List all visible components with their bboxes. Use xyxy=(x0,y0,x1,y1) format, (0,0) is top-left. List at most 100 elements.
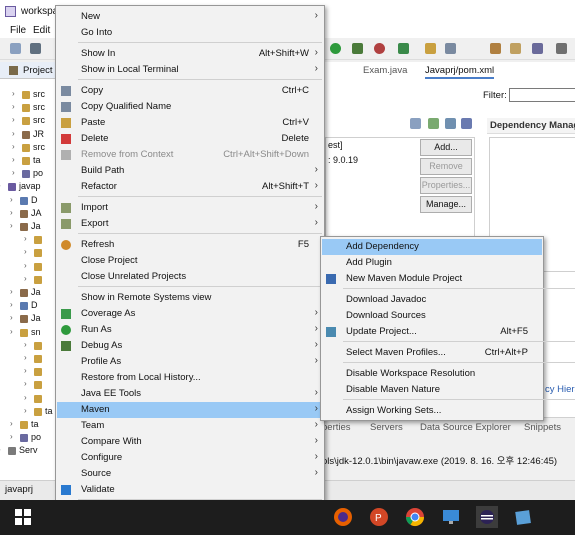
expand-chevron-icon[interactable]: › xyxy=(24,366,27,375)
expand-chevron-icon[interactable]: › xyxy=(12,89,15,98)
menu-item-source[interactable]: Source › xyxy=(57,466,323,482)
tree-item[interactable]: › Serv xyxy=(0,445,56,457)
expand-chevron-icon[interactable]: › xyxy=(10,432,13,441)
expand-icon[interactable] xyxy=(445,118,456,129)
menu-item-maven[interactable]: Maven › xyxy=(57,402,323,418)
tree-item[interactable]: › javap xyxy=(0,181,56,193)
tab-snippets[interactable]: Snippets xyxy=(524,422,561,433)
remote-desktop-icon[interactable] xyxy=(440,506,462,528)
menu-item-go-into[interactable]: Go Into xyxy=(57,25,323,41)
menu-item-import[interactable]: Import › xyxy=(57,200,323,216)
collapse-icon[interactable] xyxy=(428,118,439,129)
maven-item-add-plugin[interactable]: Add Plugin xyxy=(322,255,542,271)
tree-item[interactable]: › src xyxy=(0,89,56,101)
expand-chevron-icon[interactable]: › xyxy=(24,353,27,362)
forward-icon[interactable] xyxy=(556,43,567,54)
nav-icon[interactable] xyxy=(532,43,543,54)
menu-item-copy[interactable]: Copy Ctrl+C xyxy=(57,83,323,99)
save-icon[interactable] xyxy=(30,43,41,54)
maven-item-download-javadoc[interactable]: Download Javadoc xyxy=(322,292,542,308)
menu-edit[interactable]: Edit xyxy=(33,25,50,36)
menu-item-validate[interactable]: Validate xyxy=(57,482,323,498)
tree-item[interactable]: › xyxy=(0,393,56,405)
tree-item[interactable]: › ta xyxy=(0,155,56,167)
menu-item-refresh[interactable]: Refresh F5 xyxy=(57,237,323,253)
expand-chevron-icon[interactable]: › xyxy=(10,419,13,428)
tree-item[interactable]: › src xyxy=(0,102,56,114)
expand-chevron-icon[interactable]: › xyxy=(12,142,15,151)
tree-item[interactable]: › D xyxy=(0,195,56,207)
maven-item-download-sources[interactable]: Download Sources xyxy=(322,308,542,324)
tree-item[interactable]: › xyxy=(0,353,56,365)
menu-item-team[interactable]: Team › xyxy=(57,418,323,434)
tree-item[interactable]: › ta xyxy=(0,406,56,418)
expand-chevron-icon[interactable]: › xyxy=(0,181,1,190)
tree-item[interactable]: › xyxy=(0,261,56,273)
tree-item[interactable]: › xyxy=(0,247,56,259)
tree-item[interactable]: › src xyxy=(0,115,56,127)
tree-item[interactable]: › src xyxy=(0,142,56,154)
menu-item-run-as[interactable]: Run As › xyxy=(57,322,323,338)
tree-item[interactable]: › JA xyxy=(0,208,56,220)
menu-item-debug-as[interactable]: Debug As › xyxy=(57,338,323,354)
menu-item-profile-as[interactable]: Profile As › xyxy=(57,354,323,370)
status-project-tab[interactable]: javaprj xyxy=(5,484,33,498)
expand-chevron-icon[interactable]: › xyxy=(24,274,27,283)
tree-item[interactable]: › JR xyxy=(0,129,56,141)
tree-item[interactable]: › xyxy=(0,274,56,286)
maven-item-new-maven-module-project[interactable]: New Maven Module Project xyxy=(322,271,542,287)
expand-chevron-icon[interactable]: › xyxy=(10,287,13,296)
menu-item-coverage-as[interactable]: Coverage As › xyxy=(57,306,323,322)
menu-item-close-project[interactable]: Close Project xyxy=(57,253,323,269)
maven-item-update-project[interactable]: Update Project... Alt+F5 xyxy=(322,324,542,340)
expand-chevron-icon[interactable]: › xyxy=(24,261,27,270)
menu-item-restore-from-local-history[interactable]: Restore from Local History... xyxy=(57,370,323,386)
sort-icon[interactable] xyxy=(410,118,421,129)
expand-chevron-icon[interactable]: › xyxy=(10,195,13,204)
filter-icon[interactable] xyxy=(461,118,472,129)
tree-item[interactable]: › Ja xyxy=(0,221,56,233)
maven-item-disable-maven-nature[interactable]: Disable Maven Nature xyxy=(322,382,542,398)
maven-item-disable-workspace-resolution[interactable]: Disable Workspace Resolution xyxy=(322,366,542,382)
menu-item-compare-with[interactable]: Compare With › xyxy=(57,434,323,450)
remove-dependency-button[interactable]: Remove xyxy=(420,158,472,175)
expand-chevron-icon[interactable]: › xyxy=(24,379,27,388)
open-type-icon[interactable] xyxy=(425,43,436,54)
menu-item-remove-from-context[interactable]: Remove from Context Ctrl+Alt+Shift+Down xyxy=(57,147,323,163)
menu-item-delete[interactable]: Delete Delete xyxy=(57,131,323,147)
search-icon[interactable] xyxy=(445,43,456,54)
project-explorer-tab[interactable]: Project E xyxy=(0,62,62,79)
expand-chevron-icon[interactable]: › xyxy=(24,406,27,415)
maven-item-assign-working-sets[interactable]: Assign Working Sets... xyxy=(322,403,542,419)
menu-file[interactable]: File xyxy=(10,25,26,36)
tree-item[interactable]: › xyxy=(0,340,56,352)
menu-item-show-in-remote-systems-view[interactable]: Show in Remote Systems view xyxy=(57,290,323,306)
menu-item-show-in-local-terminal[interactable]: Show in Local Terminal › xyxy=(57,62,323,78)
maven-item-add-dependency[interactable]: Add Dependency xyxy=(322,239,542,255)
expand-chevron-icon[interactable]: › xyxy=(12,168,15,177)
menu-item-export[interactable]: Export › xyxy=(57,216,323,232)
menu-item-show-in[interactable]: Show In Alt+Shift+W › xyxy=(57,46,323,62)
menu-item-build-path[interactable]: Build Path › xyxy=(57,163,323,179)
properties-button[interactable]: Properties... xyxy=(420,177,472,194)
tree-item[interactable]: › sn xyxy=(0,327,56,339)
expand-chevron-icon[interactable]: › xyxy=(24,393,27,402)
expand-chevron-icon[interactable]: › xyxy=(10,313,13,322)
tree-item[interactable]: › po xyxy=(0,168,56,180)
tab-exam-java[interactable]: Exam.java xyxy=(363,65,407,79)
pencil-icon[interactable] xyxy=(510,43,521,54)
expand-chevron-icon[interactable]: › xyxy=(12,155,15,164)
tab-pom-xml[interactable]: Javaprj/pom.xml xyxy=(425,65,495,79)
tree-item[interactable]: › Ja xyxy=(0,287,56,299)
expand-chevron-icon[interactable]: › xyxy=(12,115,15,124)
add-dependency-button[interactable]: Add... xyxy=(420,139,472,156)
expand-chevron-icon[interactable]: › xyxy=(10,327,13,336)
notes-icon[interactable] xyxy=(512,506,534,528)
manage-button[interactable]: Manage... xyxy=(420,196,472,213)
tab-servers[interactable]: Servers xyxy=(370,422,403,433)
chrome-icon[interactable] xyxy=(404,506,426,528)
stop-icon[interactable] xyxy=(374,43,385,54)
tab-data-source-explorer[interactable]: Data Source Explorer xyxy=(420,422,511,433)
menu-item-configure[interactable]: Configure › xyxy=(57,450,323,466)
powerpoint-icon[interactable]: P xyxy=(368,506,390,528)
